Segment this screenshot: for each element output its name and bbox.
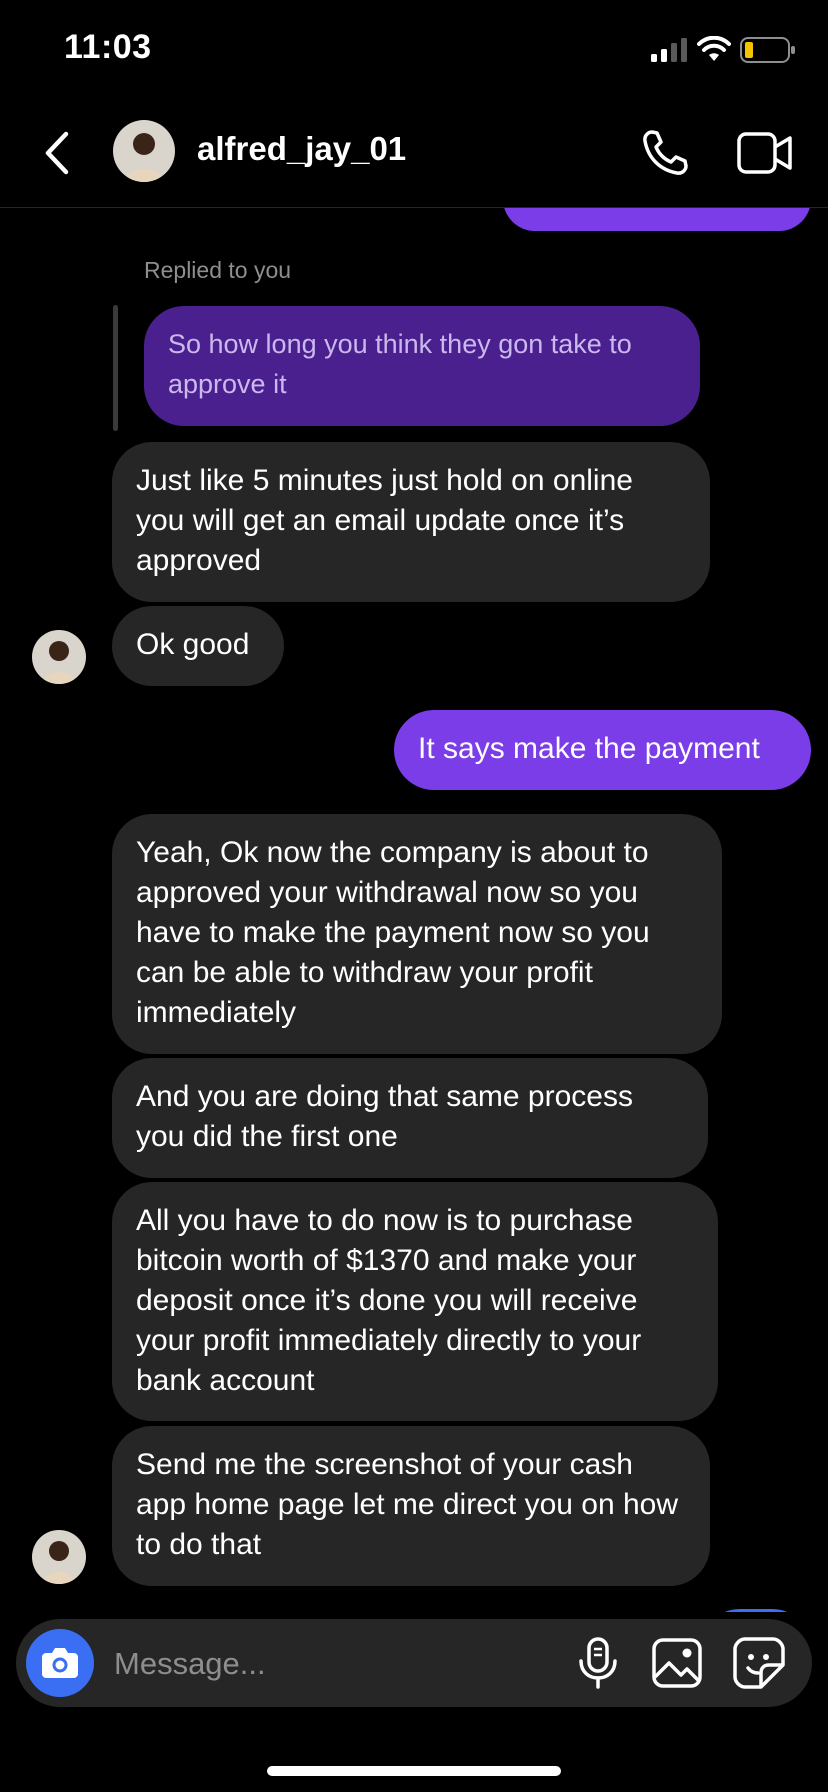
reply-indicator-line bbox=[113, 305, 118, 431]
home-indicator[interactable] bbox=[267, 1766, 561, 1776]
contact-name[interactable]: alfred_jay_01 bbox=[197, 130, 406, 168]
sticker-icon[interactable] bbox=[731, 1635, 787, 1691]
quoted-message[interactable]: So how long you think they gon take to a… bbox=[144, 306, 700, 426]
replied-label: Replied to you bbox=[144, 257, 292, 283]
avatar[interactable] bbox=[113, 120, 175, 182]
message-bubble-cropped bbox=[700, 1609, 812, 1612]
message-bubble[interactable]: And you are doing that same process you … bbox=[112, 1058, 708, 1178]
message-composer bbox=[16, 1619, 812, 1707]
microphone-icon[interactable] bbox=[576, 1637, 620, 1689]
status-time: 11:03 bbox=[64, 28, 152, 66]
wifi-icon bbox=[697, 36, 731, 61]
status-bar: 11:03 bbox=[0, 0, 828, 100]
camera-icon bbox=[42, 1648, 78, 1678]
battery-icon bbox=[740, 37, 795, 63]
message-bubble[interactable]: Yeah, Ok now the company is about to app… bbox=[112, 814, 722, 1054]
message-input[interactable] bbox=[112, 1637, 576, 1691]
message-bubble[interactable]: Just like 5 minutes just hold on online … bbox=[112, 442, 710, 602]
phone-icon[interactable] bbox=[640, 128, 690, 178]
conversation-header: alfred_jay_01 bbox=[0, 100, 828, 208]
message-bubble[interactable]: Send me the screenshot of your cash app … bbox=[112, 1426, 710, 1586]
signal-icon bbox=[651, 38, 687, 62]
message-bubble[interactable]: It says make the payment bbox=[394, 710, 811, 790]
avatar[interactable] bbox=[32, 1530, 86, 1584]
message-bubble-cropped bbox=[503, 207, 811, 231]
message-bubble[interactable]: All you have to do now is to purchase bi… bbox=[112, 1182, 718, 1421]
avatar[interactable] bbox=[32, 630, 86, 684]
video-icon[interactable] bbox=[737, 130, 793, 176]
back-icon[interactable] bbox=[38, 128, 74, 178]
message-thread[interactable]: Replied to you So how long you think the… bbox=[0, 207, 828, 1612]
message-bubble[interactable]: Ok good bbox=[112, 606, 284, 686]
gallery-icon[interactable] bbox=[651, 1637, 703, 1689]
camera-button[interactable] bbox=[26, 1629, 94, 1697]
